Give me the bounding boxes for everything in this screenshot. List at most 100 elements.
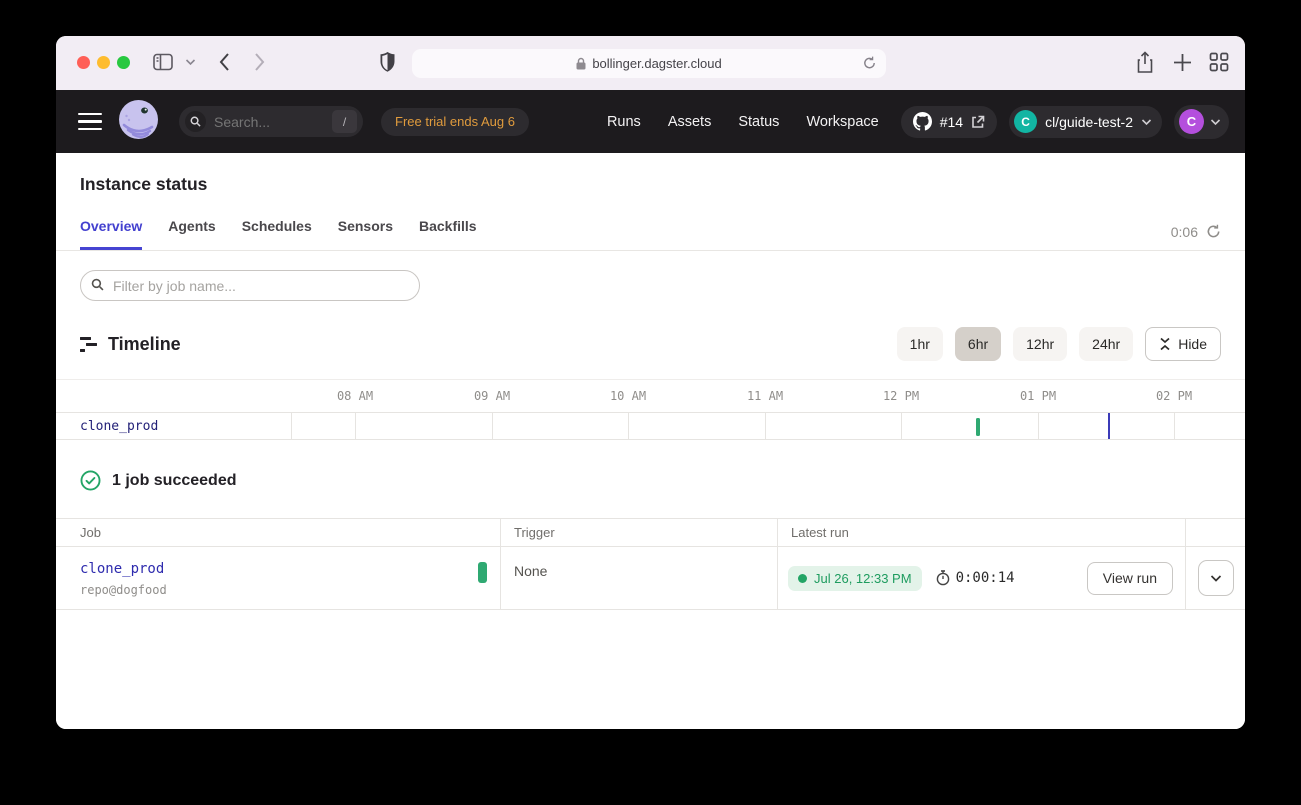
trial-badge[interactable]: Free trial ends Aug 6 <box>381 108 529 136</box>
forward-button-icon[interactable] <box>254 52 266 72</box>
share-icon[interactable] <box>1136 51 1154 74</box>
zoom-window-button[interactable] <box>117 56 130 69</box>
col-header-actions <box>1185 519 1245 547</box>
traffic-lights <box>77 56 130 69</box>
global-search[interactable]: / <box>179 106 363 137</box>
job-filter <box>80 270 420 301</box>
duration-label: 0:00:14 <box>956 570 1015 586</box>
close-window-button[interactable] <box>77 56 90 69</box>
github-version-label: #14 <box>940 114 963 130</box>
tab-schedules[interactable]: Schedules <box>242 218 312 250</box>
success-dot-icon <box>798 574 807 583</box>
search-input[interactable] <box>214 114 314 130</box>
chevron-down-icon <box>1210 574 1222 583</box>
back-button-icon[interactable] <box>218 52 230 72</box>
tab-backfills[interactable]: Backfills <box>419 218 477 250</box>
axis-tick: 02 PM <box>1156 389 1192 403</box>
tab-agents[interactable]: Agents <box>168 218 215 250</box>
view-run-button[interactable]: View run <box>1087 562 1173 595</box>
check-circle-icon <box>80 470 101 491</box>
user-menu[interactable]: C <box>1174 105 1229 139</box>
hide-button-label: Hide <box>1178 336 1207 352</box>
timeline-title: Timeline <box>108 334 181 355</box>
chevron-down-icon <box>1210 118 1221 126</box>
minimize-window-button[interactable] <box>97 56 110 69</box>
external-link-icon <box>971 115 985 129</box>
reload-icon[interactable] <box>862 54 877 75</box>
succeeded-run-marker[interactable] <box>976 418 980 436</box>
col-header-job: Job <box>56 519 500 547</box>
row-expand-button[interactable] <box>1198 560 1234 596</box>
axis-tick: 11 AM <box>747 389 783 403</box>
app-header: / Free trial ends Aug 6 Runs Assets Stat… <box>56 90 1245 153</box>
actions-cell <box>1185 547 1245 610</box>
tab-bar: Overview Agents Schedules Sensors Backfi… <box>56 218 1245 251</box>
run-time-label: Jul 26, 12:33 PM <box>814 571 912 586</box>
range-24hr-button[interactable]: 24hr <box>1079 327 1133 361</box>
timeline-row-clone-prod[interactable]: clone_prod <box>56 412 1245 440</box>
nav-workspace[interactable]: Workspace <box>806 114 878 130</box>
page-content: Instance status Overview Agents Schedule… <box>56 153 1245 729</box>
new-tab-icon[interactable] <box>1173 53 1192 72</box>
timeline-controls: 1hr 6hr 12hr 24hr Hide <box>897 327 1221 361</box>
tab-overview[interactable]: Overview <box>80 218 142 250</box>
user-avatar: C <box>1179 109 1204 134</box>
refresh-countdown: 0:06 <box>1171 224 1198 240</box>
tab-sensors[interactable]: Sensors <box>338 218 393 250</box>
summary-text: 1 job succeeded <box>112 472 237 490</box>
browser-toolbar: bollinger.dagster.cloud <box>56 36 1245 90</box>
run-time-badge[interactable]: Jul 26, 12:33 PM <box>788 566 922 591</box>
trigger-cell: None <box>500 547 777 610</box>
stopwatch-icon <box>936 570 950 586</box>
deployment-name: cl/guide-test-2 <box>1045 114 1133 130</box>
current-time-marker <box>1108 413 1110 439</box>
col-header-latest-run: Latest run <box>777 519 1185 547</box>
nav-assets[interactable]: Assets <box>668 114 712 130</box>
privacy-shield-icon[interactable] <box>379 51 396 73</box>
jobs-table-header: Job Trigger Latest run <box>56 519 1245 547</box>
nav-status[interactable]: Status <box>738 114 779 130</box>
deployment-avatar: C <box>1014 110 1037 133</box>
menu-icon[interactable] <box>78 113 102 131</box>
timeline-icon <box>80 336 97 353</box>
refresh-icon[interactable] <box>1206 223 1221 240</box>
chevron-down-icon <box>1141 118 1152 126</box>
range-12hr-button[interactable]: 12hr <box>1013 327 1067 361</box>
timeline-chart: 08 AM 09 AM 10 AM 11 AM 12 PM 01 PM 02 P… <box>56 379 1245 440</box>
axis-tick: 09 AM <box>474 389 510 403</box>
job-repo-label: repo@dogfood <box>80 583 500 597</box>
range-1hr-button[interactable]: 1hr <box>897 327 943 361</box>
axis-tick: 01 PM <box>1020 389 1056 403</box>
search-shortcut-key: / <box>332 110 357 133</box>
hide-timeline-button[interactable]: Hide <box>1145 327 1221 361</box>
col-header-trigger: Trigger <box>500 519 777 547</box>
job-cell: clone_prod repo@dogfood <box>56 547 500 610</box>
collapse-icon <box>1159 337 1171 351</box>
app-nav: Runs Assets Status Workspace <box>607 114 879 130</box>
lock-icon <box>576 57 586 70</box>
timeline-axis: 08 AM 09 AM 10 AM 11 AM 12 PM 01 PM 02 P… <box>56 380 1245 412</box>
tab-overview-icon[interactable] <box>1209 52 1229 72</box>
axis-tick: 12 PM <box>883 389 919 403</box>
page-title: Instance status <box>56 153 1245 195</box>
run-duration: 0:00:14 <box>936 570 1015 586</box>
range-6hr-button[interactable]: 6hr <box>955 327 1001 361</box>
timeline-header: Timeline 1hr 6hr 12hr 24hr Hide <box>80 327 1221 361</box>
axis-tick: 08 AM <box>337 389 373 403</box>
dagster-logo[interactable] <box>118 99 159 145</box>
search-icon <box>91 278 104 296</box>
sidebar-toggle-icon[interactable] <box>153 53 173 71</box>
deployment-switcher[interactable]: C cl/guide-test-2 <box>1009 106 1162 138</box>
job-link[interactable]: clone_prod <box>80 561 500 577</box>
jobs-summary: 1 job succeeded <box>56 440 1245 519</box>
browser-window: bollinger.dagster.cloud <box>56 36 1245 729</box>
search-icon <box>185 111 206 132</box>
run-status-bar[interactable] <box>478 562 487 583</box>
address-bar[interactable]: bollinger.dagster.cloud <box>412 49 886 78</box>
github-version-link[interactable]: #14 <box>901 106 997 138</box>
job-filter-input[interactable] <box>80 270 420 301</box>
sidebar-chevron-icon[interactable] <box>185 58 196 66</box>
timeline-job-label[interactable]: clone_prod <box>80 419 158 434</box>
nav-runs[interactable]: Runs <box>607 114 641 130</box>
table-row: clone_prod repo@dogfood None Jul 26, 12:… <box>56 547 1245 610</box>
